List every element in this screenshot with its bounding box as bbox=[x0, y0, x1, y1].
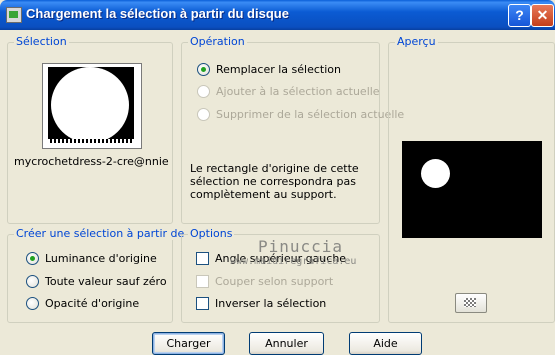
selection-group: Sélection mycrochetdress-2-cre@nnie bbox=[7, 35, 173, 224]
preview-group: Aperçu bbox=[388, 35, 555, 323]
create-from-legend: Créer une sélection à partir de : bbox=[14, 227, 194, 240]
radio-button-icon[interactable] bbox=[26, 252, 39, 265]
thumbnail-label: mycrochetdress-2-cre@nnie bbox=[14, 155, 169, 168]
radio-label: Remplacer la sélection bbox=[216, 63, 341, 76]
radio-button-icon[interactable] bbox=[197, 63, 210, 76]
radio-button-icon[interactable] bbox=[26, 275, 39, 288]
radio-button-icon bbox=[197, 85, 210, 98]
preview-legend: Aperçu bbox=[395, 35, 438, 48]
checkbox-icon bbox=[196, 275, 209, 288]
radio-label: Toute valeur sauf zéro bbox=[45, 275, 167, 288]
watermark-url: www.maidiregrafica.eu bbox=[230, 256, 357, 267]
app-icon bbox=[6, 7, 22, 23]
radio-label: Luminance d'origine bbox=[45, 252, 157, 265]
title-bar: Chargement la sélection à partir du disq… bbox=[0, 0, 555, 30]
checkbox-icon[interactable] bbox=[196, 252, 209, 265]
operation-group: Opération Remplacer la sélection Ajouter… bbox=[181, 35, 404, 224]
thumbnail-image bbox=[48, 67, 134, 143]
load-button[interactable]: Charger bbox=[152, 332, 225, 355]
radio-label: Opacité d'origine bbox=[45, 297, 140, 310]
checkbox-label: Inverser la sélection bbox=[215, 297, 327, 310]
radio-label: Supprimer de la sélection actuelle bbox=[216, 108, 405, 121]
window-title: Chargement la sélection à partir du disq… bbox=[26, 6, 289, 21]
options-legend: Options bbox=[188, 227, 235, 240]
create-from-group: Créer une sélection à partir de : Lumina… bbox=[7, 227, 194, 323]
preview-circle bbox=[421, 159, 450, 188]
thumbnail-border bbox=[48, 139, 134, 143]
dialog-body: Sélection mycrochetdress-2-cre@nnie Opér… bbox=[0, 30, 555, 355]
checkerboard-icon bbox=[464, 298, 476, 307]
watermark-name: Pinuccia bbox=[258, 237, 344, 256]
checkbox-icon[interactable] bbox=[196, 297, 209, 310]
preview-canvas bbox=[402, 141, 542, 238]
operation-legend: Opération bbox=[188, 35, 247, 48]
radio-button-icon[interactable] bbox=[26, 297, 39, 310]
selection-thumbnail[interactable] bbox=[42, 63, 142, 149]
thumbnail-circle bbox=[51, 67, 129, 143]
help-title-button[interactable]: ? bbox=[508, 4, 531, 27]
radio-label: Ajouter à la sélection actuelle bbox=[216, 85, 380, 98]
transparency-toggle-button[interactable] bbox=[455, 293, 487, 313]
radio-button-icon bbox=[197, 108, 210, 121]
close-button[interactable]: ✕ bbox=[531, 4, 554, 27]
help-button[interactable]: Aide bbox=[349, 332, 422, 355]
cancel-button[interactable]: Annuler bbox=[249, 332, 324, 355]
checkbox-label: Couper selon support bbox=[215, 275, 334, 288]
mismatch-note: Le rectangle d'origine de cette sélectio… bbox=[190, 162, 359, 201]
selection-legend: Sélection bbox=[14, 35, 69, 48]
